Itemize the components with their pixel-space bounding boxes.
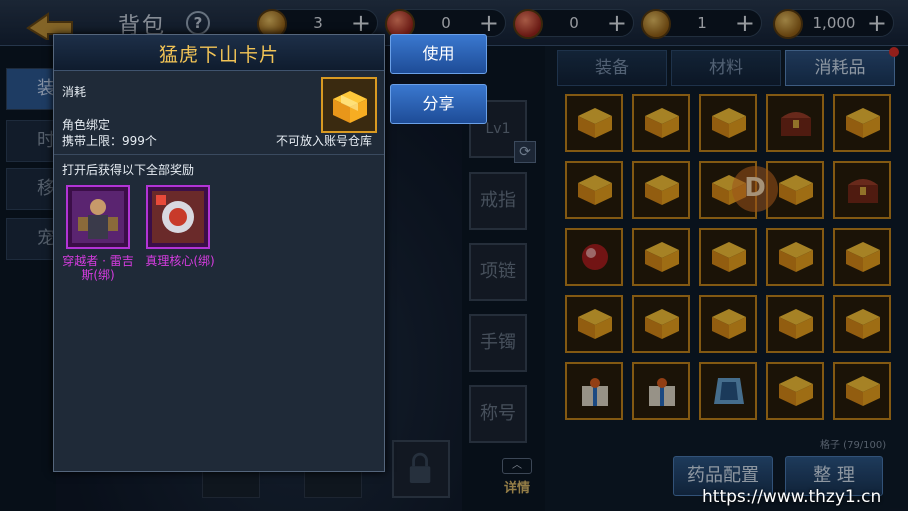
- popup-header: 猛虎下山卡片: [54, 35, 384, 71]
- share-button[interactable]: 分享: [390, 84, 487, 124]
- hero-card-icon: [72, 191, 124, 243]
- item-limit: 携带上限：999个: [62, 134, 157, 148]
- item-type: 消耗: [62, 85, 87, 99]
- core-card-icon: [152, 191, 204, 243]
- reward-label: 真理核心(绑): [138, 254, 222, 268]
- use-button[interactable]: 使用: [390, 34, 487, 74]
- reward-item[interactable]: [66, 185, 130, 249]
- item-icon: [321, 77, 377, 133]
- gift-box-icon: [333, 91, 367, 123]
- reward-label: 穿越者 · 雷吉 斯(绑): [56, 254, 140, 282]
- item-detail-popup: 猛虎下山卡片 消耗 角色绑定 携带上限：999个 不可放入账号仓库 打开后获得以…: [53, 34, 385, 472]
- reward-label-line: 穿越者 · 雷吉: [62, 254, 134, 268]
- storage-note: 不可放入账号仓库: [276, 134, 373, 148]
- item-name: 猛虎下山卡片: [158, 44, 279, 66]
- popup-divider: [54, 154, 384, 155]
- item-bind: 角色绑定: [62, 118, 111, 132]
- watermark: https://www.thzy1.cn: [702, 487, 882, 507]
- reward-header: 打开后获得以下全部奖励: [62, 163, 195, 177]
- reward-item[interactable]: [146, 185, 210, 249]
- reward-label-line: 斯(绑): [81, 268, 115, 282]
- reward-label-line: 真理核心(绑): [145, 254, 215, 268]
